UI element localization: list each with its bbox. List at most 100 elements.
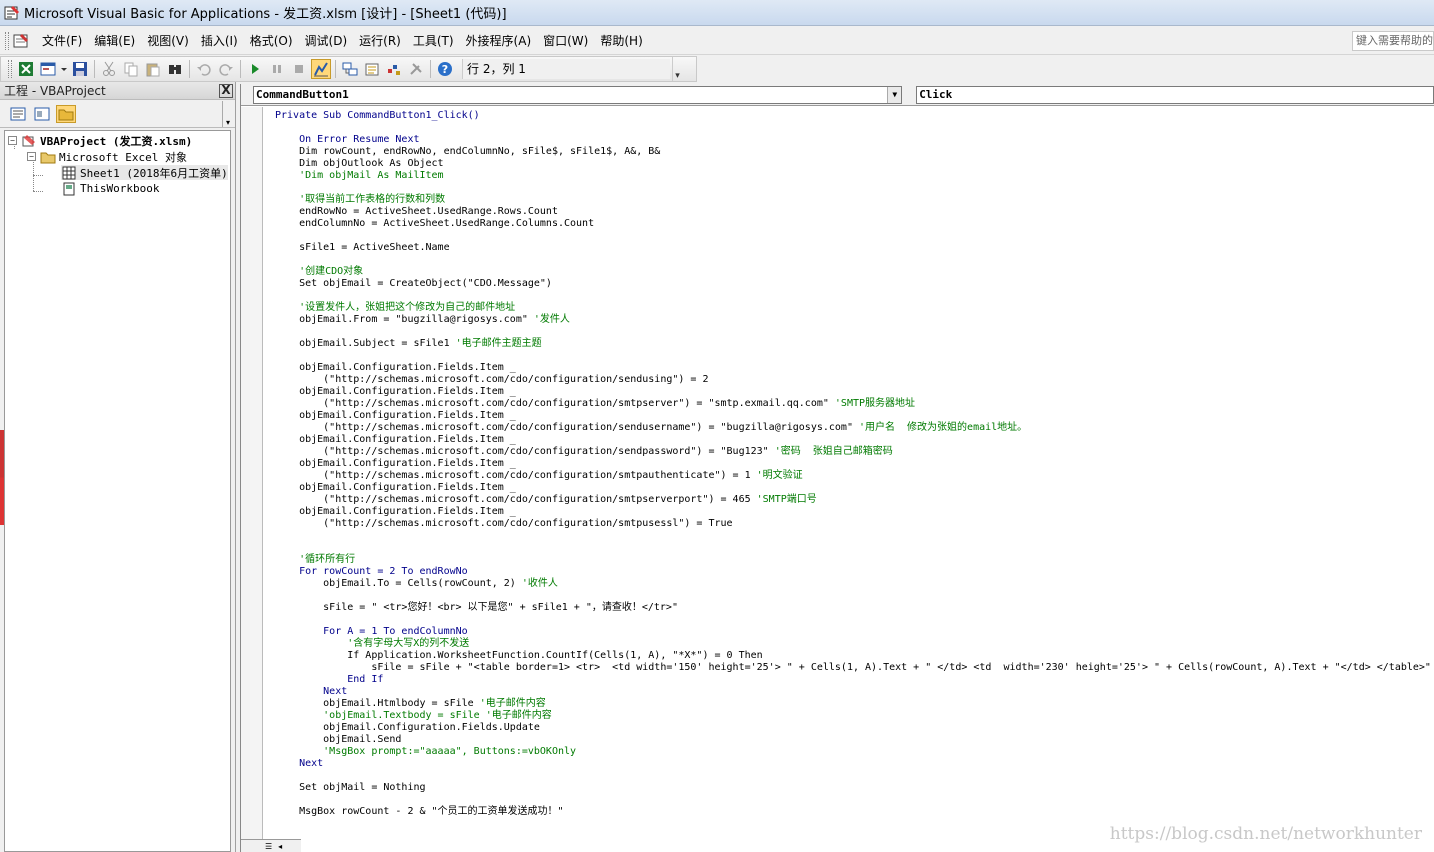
code-line[interactable]: ("http://schemas.microsoft.com/cdo/confi…: [275, 446, 1434, 458]
code-line[interactable]: For A = 1 To endColumnNo: [275, 626, 1434, 638]
code-line[interactable]: [275, 542, 1434, 554]
code-line[interactable]: '创建CDO对象: [275, 266, 1434, 278]
code-line[interactable]: '循环所有行: [275, 554, 1434, 566]
code-line[interactable]: objEmail.Configuration.Fields.Item _: [275, 482, 1434, 494]
code-line[interactable]: 'Dim objMail As MailItem: [275, 170, 1434, 182]
code-line[interactable]: objEmail.Configuration.Fields.Item _: [275, 362, 1434, 374]
code-line[interactable]: [275, 794, 1434, 806]
menu-insert[interactable]: 插入(I): [195, 30, 244, 52]
code-line[interactable]: objEmail.From = "bugzilla@rigosys.com" '…: [275, 314, 1434, 326]
toolbar-overflow-icon[interactable]: ▾: [672, 57, 682, 81]
chevron-down-icon[interactable]: ▼: [887, 86, 902, 103]
code-line[interactable]: ("http://schemas.microsoft.com/cdo/confi…: [275, 518, 1434, 530]
dropdown-arrow-icon[interactable]: [60, 59, 68, 79]
reset-icon[interactable]: [289, 59, 309, 79]
code-line[interactable]: On Error Resume Next: [275, 134, 1434, 146]
project-explorer-icon[interactable]: [340, 59, 360, 79]
tree-node-sheet1[interactable]: Sheet1 (2018年6月工资单): [61, 165, 228, 180]
code-line[interactable]: End If: [275, 674, 1434, 686]
properties-window-icon[interactable]: [362, 59, 382, 79]
help-icon[interactable]: ?: [435, 59, 455, 79]
code-line[interactable]: [275, 182, 1434, 194]
redo-icon[interactable]: [216, 59, 236, 79]
code-line[interactable]: objEmail.Configuration.Fields.Item _: [275, 506, 1434, 518]
code-line[interactable]: ("http://schemas.microsoft.com/cdo/confi…: [275, 494, 1434, 506]
copy-icon[interactable]: [121, 59, 141, 79]
code-line[interactable]: ("http://schemas.microsoft.com/cdo/confi…: [275, 398, 1434, 410]
collapse-icon[interactable]: −: [27, 152, 36, 161]
code-line[interactable]: [275, 254, 1434, 266]
code-line[interactable]: objEmail.Subject = sFile1 '电子邮件主题主题: [275, 338, 1434, 350]
code-line[interactable]: sFile = " <tr>您好！<br> 以下是您" + sFile1 + "…: [275, 602, 1434, 614]
code-line[interactable]: If Application.WorksheetFunction.CountIf…: [275, 650, 1434, 662]
design-mode-icon[interactable]: [311, 59, 331, 79]
tree-node-thisworkbook[interactable]: ThisWorkbook: [61, 181, 159, 196]
toolbox-icon[interactable]: [406, 59, 426, 79]
menubar-grip[interactable]: [5, 31, 9, 50]
object-browser-icon[interactable]: [384, 59, 404, 79]
menu-debug[interactable]: 调试(D): [299, 30, 354, 52]
menu-addins[interactable]: 外接程序(A): [460, 30, 538, 52]
code-line[interactable]: Private Sub CommandButton1_Click(): [275, 110, 1434, 122]
toolbar-grip[interactable]: [8, 60, 12, 78]
code-line[interactable]: Set objMail = Nothing: [275, 782, 1434, 794]
menu-format[interactable]: 格式(O): [244, 30, 299, 52]
code-line[interactable]: objEmail.Send: [275, 734, 1434, 746]
code-line[interactable]: Dim rowCount, endRowNo, endColumnNo, sFi…: [275, 146, 1434, 158]
code-line[interactable]: objEmail.To = Cells(rowCount, 2) '收件人: [275, 578, 1434, 590]
code-line[interactable]: sFile = sFile + "<table border=1> <tr> <…: [275, 662, 1434, 674]
procedure-combo[interactable]: Click: [916, 85, 1434, 104]
collapse-icon[interactable]: −: [8, 136, 17, 145]
help-search-input[interactable]: 键入需要帮助的: [1352, 31, 1434, 51]
object-combo[interactable]: CommandButton1 ▼: [253, 85, 903, 104]
code-line[interactable]: objEmail.Configuration.Fields.Update: [275, 722, 1434, 734]
close-icon[interactable]: X: [219, 83, 233, 98]
code-editor[interactable]: Private Sub CommandButton1_Click() On Er…: [275, 110, 1434, 838]
code-line[interactable]: endRowNo = ActiveSheet.UsedRange.Rows.Co…: [275, 206, 1434, 218]
code-line[interactable]: 'objEmail.Textbody = sFile '电子邮件内容: [275, 710, 1434, 722]
toggle-folders-icon[interactable]: [56, 104, 76, 123]
menu-view[interactable]: 视图(V): [141, 30, 195, 52]
view-excel-icon[interactable]: [16, 59, 36, 79]
code-line[interactable]: MsgBox rowCount - 2 & "个员工的工资单发送成功！": [275, 806, 1434, 818]
code-line[interactable]: objEmail.Htmlbody = sFile '电子邮件内容: [275, 698, 1434, 710]
code-line[interactable]: ("http://schemas.microsoft.com/cdo/confi…: [275, 470, 1434, 482]
code-line[interactable]: [275, 770, 1434, 782]
code-line[interactable]: [275, 326, 1434, 338]
code-line[interactable]: objEmail.Configuration.Fields.Item _: [275, 410, 1434, 422]
code-line[interactable]: objEmail.Configuration.Fields.Item _: [275, 458, 1434, 470]
tree-node-excel-objects[interactable]: − Microsoft Excel 对象: [27, 149, 187, 164]
code-line[interactable]: '取得当前工作表格的行数和列数: [275, 194, 1434, 206]
code-line[interactable]: endColumnNo = ActiveSheet.UsedRange.Colu…: [275, 218, 1434, 230]
code-line[interactable]: '设置发件人，张姐把这个修改为自己的邮件地址: [275, 302, 1434, 314]
save-icon[interactable]: [70, 59, 90, 79]
code-line[interactable]: [275, 614, 1434, 626]
code-line[interactable]: Dim objOutlook As Object: [275, 158, 1434, 170]
code-line[interactable]: [275, 290, 1434, 302]
menu-window[interactable]: 窗口(W): [537, 30, 594, 52]
view-object-icon[interactable]: [32, 105, 52, 123]
procedure-view-icon[interactable]: ☰: [265, 842, 272, 851]
code-line[interactable]: '含有字母大写X的列不发送: [275, 638, 1434, 650]
code-line[interactable]: objEmail.Configuration.Fields.Item _: [275, 434, 1434, 446]
code-line[interactable]: [275, 122, 1434, 134]
code-line[interactable]: 'MsgBox prompt:="aaaaa", Buttons:=vbOKOn…: [275, 746, 1434, 758]
find-icon[interactable]: [165, 59, 185, 79]
tree-node-vbaproject[interactable]: − VBAProject (发工资.xlsm): [8, 133, 192, 148]
break-icon[interactable]: [267, 59, 287, 79]
code-line[interactable]: objEmail.Configuration.Fields.Item _: [275, 386, 1434, 398]
cut-icon[interactable]: [99, 59, 119, 79]
undo-icon[interactable]: [194, 59, 214, 79]
menu-file[interactable]: 文件(F): [36, 30, 88, 52]
run-icon[interactable]: [245, 59, 265, 79]
code-line[interactable]: ("http://schemas.microsoft.com/cdo/confi…: [275, 374, 1434, 386]
code-line[interactable]: [275, 530, 1434, 542]
menu-tools[interactable]: 工具(T): [407, 30, 460, 52]
code-line[interactable]: ("http://schemas.microsoft.com/cdo/confi…: [275, 422, 1434, 434]
code-line[interactable]: Next: [275, 758, 1434, 770]
code-line[interactable]: Next: [275, 686, 1434, 698]
excel-system-icon[interactable]: [12, 32, 30, 50]
toolbar-overflow-icon[interactable]: ▾: [222, 101, 233, 127]
code-margin-indicator-bar[interactable]: [241, 107, 263, 852]
code-line[interactable]: sFile1 = ActiveSheet.Name: [275, 242, 1434, 254]
